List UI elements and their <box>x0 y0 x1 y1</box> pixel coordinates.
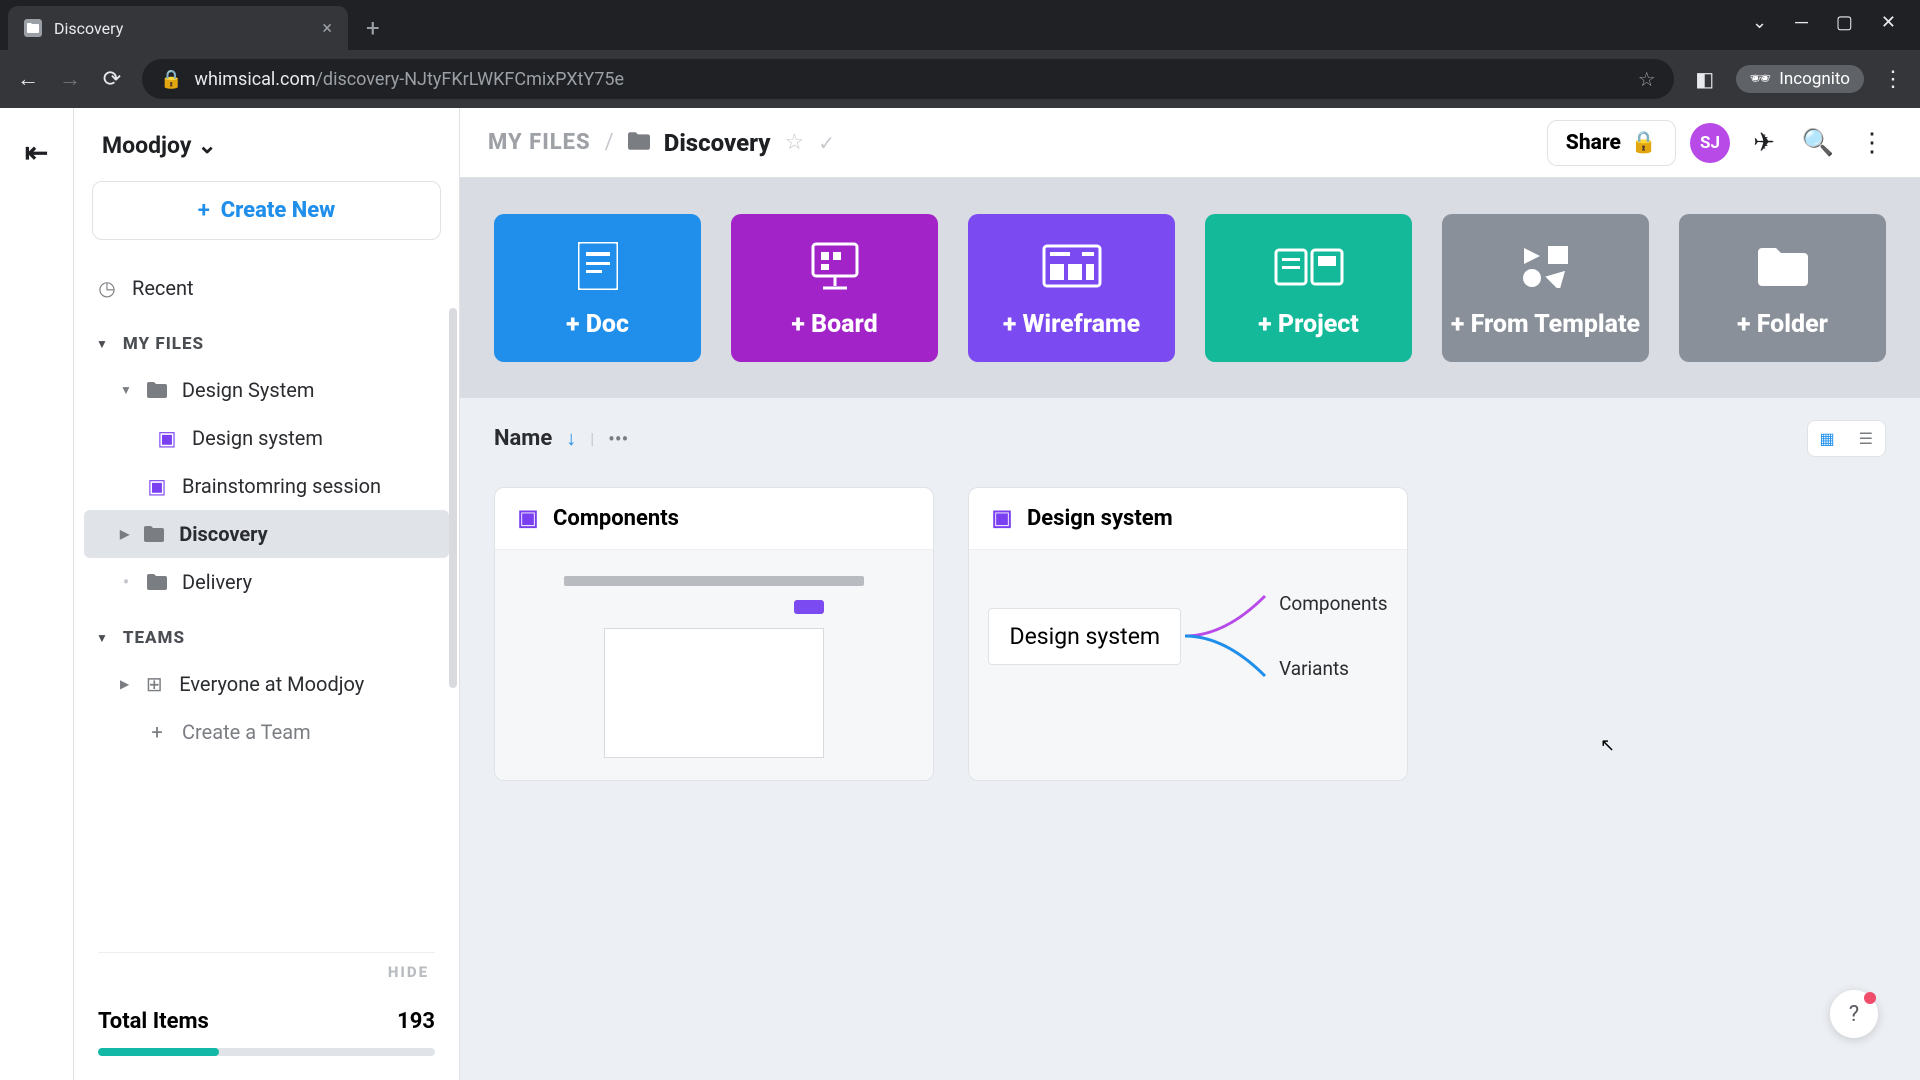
chevron-down-icon: ⌄ <box>197 132 216 159</box>
card-preview <box>564 576 864 758</box>
help-button[interactable]: ? <box>1830 990 1878 1038</box>
create-from-template-button[interactable]: + From Template <box>1442 214 1649 362</box>
breadcrumb-current: Discovery <box>664 129 771 157</box>
breadcrumb-separator: / <box>605 130 614 155</box>
create-project-button[interactable]: + Project <box>1205 214 1412 362</box>
maximize-icon[interactable]: ▢ <box>1836 12 1853 33</box>
quick-create-row: + Doc + Board + Wireframe + Project + Fr… <box>460 178 1920 398</box>
tab-title: Discovery <box>54 19 123 38</box>
extensions-icon[interactable]: ◧ <box>1692 66 1718 92</box>
sort-arrow-down-icon[interactable]: ↓ <box>566 426 576 451</box>
incognito-badge[interactable]: 🕶 Incognito <box>1736 65 1864 93</box>
star-icon[interactable]: ☆ <box>785 130 805 155</box>
check-circle-icon[interactable]: ✓ <box>818 131 835 155</box>
sort-label[interactable]: Name <box>494 426 552 451</box>
sidebar-item-design-system-board[interactable]: ▣ Design system <box>74 414 459 462</box>
send-icon[interactable]: ✈ <box>1744 128 1784 158</box>
presentation-icon: ▣ <box>146 475 168 497</box>
clock-icon: ◷ <box>96 277 118 299</box>
bullet-icon: • <box>120 570 132 594</box>
breadcrumb-root[interactable]: MY FILES <box>488 130 591 155</box>
sidebar-item-design-system-folder[interactable]: ▼ Design System <box>74 366 459 414</box>
close-icon[interactable]: × <box>322 18 332 39</box>
create-wireframe-button[interactable]: + Wireframe <box>968 214 1175 362</box>
card-title: Design system <box>1027 506 1173 531</box>
sidebar-section-my-files[interactable]: ▼ MY FILES <box>74 322 459 366</box>
workspace-switcher[interactable]: Moodjoy ⌄ <box>74 108 459 177</box>
share-button[interactable]: Share 🔒 <box>1547 120 1676 166</box>
total-items-value: 193 <box>397 1009 435 1034</box>
folder-icon <box>146 379 168 401</box>
sidebar-section-teams[interactable]: ▼ TEAMS <box>74 616 459 660</box>
browser-chrome: Discovery × + ⌄ ─ ▢ ✕ ← → ⟳ 🔒 whimsical.… <box>0 0 1920 108</box>
sidebar: Moodjoy ⌄ + Create New ◷ Recent ▼ MY FIL… <box>74 108 460 1080</box>
new-tab-button[interactable]: + <box>366 14 380 42</box>
forward-button[interactable]: → <box>58 66 82 92</box>
card-design-system[interactable]: ▣ Design system Design system Components… <box>968 487 1408 781</box>
topbar: MY FILES / Discovery ☆ ✓ Share 🔒 SJ ✈ 🔍 … <box>460 108 1920 178</box>
plus-icon: + <box>146 721 168 743</box>
folder-icon <box>1758 238 1808 294</box>
browser-tab[interactable]: Discovery × <box>8 6 348 50</box>
team-icon: ⊞ <box>143 673 165 695</box>
list-view-button[interactable]: ☰ <box>1847 421 1885 456</box>
caret-down-icon: ▼ <box>120 383 132 397</box>
caret-right-icon: ▶ <box>120 677 129 691</box>
avatar[interactable]: SJ <box>1690 123 1730 163</box>
collapse-sidebar-button[interactable]: ⇤ <box>25 136 48 169</box>
grid-view-button[interactable]: ▦ <box>1808 421 1847 456</box>
doc-icon <box>578 238 618 294</box>
minimize-icon[interactable]: ─ <box>1795 12 1808 33</box>
template-icon <box>1518 238 1574 294</box>
card-components[interactable]: ▣ Components <box>494 487 934 781</box>
search-icon[interactable]: 🔍 <box>1798 128 1838 158</box>
create-board-button[interactable]: + Board <box>731 214 938 362</box>
sidebar-item-discovery[interactable]: ▶ Discovery <box>84 510 449 558</box>
hide-ad-button[interactable]: HIDE <box>98 952 435 991</box>
scrollbar[interactable] <box>449 308 457 688</box>
back-button[interactable]: ← <box>16 66 40 92</box>
window-close-icon[interactable]: ✕ <box>1881 12 1896 33</box>
folder-icon <box>143 523 165 545</box>
chevron-down-icon[interactable]: ⌄ <box>1752 12 1767 33</box>
card-preview: Design system Components Variants <box>969 576 1407 696</box>
folder-icon <box>628 132 650 154</box>
view-toggle: ▦ ☰ <box>1807 420 1886 457</box>
sidebar-create-team[interactable]: + Create a Team <box>74 708 459 756</box>
card-title: Components <box>553 506 679 531</box>
folder-icon <box>146 571 168 593</box>
sidebar-recent[interactable]: ◷ Recent <box>74 264 459 312</box>
reload-button[interactable]: ⟳ <box>100 67 124 92</box>
wireframe-icon <box>1042 238 1102 294</box>
sidebar-item-delivery[interactable]: • Delivery <box>74 558 459 606</box>
caret-down-icon: ▼ <box>96 337 109 351</box>
url-domain: whimsical.com <box>194 69 315 90</box>
folder-icon <box>24 19 42 37</box>
create-doc-button[interactable]: + Doc <box>494 214 701 362</box>
total-items-label: Total Items <box>98 1009 209 1034</box>
more-menu-icon[interactable]: ⋮ <box>1852 128 1892 158</box>
url-path: /discovery-NJtyFKrLWKFCmixPXtY75e <box>316 69 625 90</box>
caret-right-icon: ▶ <box>120 527 129 541</box>
create-new-button[interactable]: + Create New <box>92 181 441 240</box>
sort-more-button[interactable]: ••• <box>608 427 628 451</box>
sidebar-item-team[interactable]: ▶ ⊞ Everyone at Moodjoy <box>74 660 459 708</box>
browser-menu-button[interactable]: ⋮ <box>1882 67 1904 92</box>
project-icon <box>1274 238 1344 294</box>
presentation-icon: ▣ <box>517 508 539 530</box>
incognito-icon: 🕶 <box>1750 69 1772 89</box>
presentation-icon: ▣ <box>991 508 1013 530</box>
board-icon <box>809 238 861 294</box>
address-bar[interactable]: 🔒 whimsical.com/discovery-NJtyFKrLWKFCmi… <box>142 59 1674 99</box>
lock-icon: 🔒 <box>1631 131 1657 155</box>
lock-icon: 🔒 <box>160 69 182 90</box>
usage-bar <box>98 1048 435 1056</box>
presentation-icon: ▣ <box>156 427 178 449</box>
bookmark-star-icon[interactable]: ☆ <box>1638 67 1656 91</box>
sidebar-item-brainstorming[interactable]: ▣ Brainstomring session <box>74 462 459 510</box>
caret-down-icon: ▼ <box>96 631 109 645</box>
create-folder-button[interactable]: + Folder <box>1679 214 1886 362</box>
